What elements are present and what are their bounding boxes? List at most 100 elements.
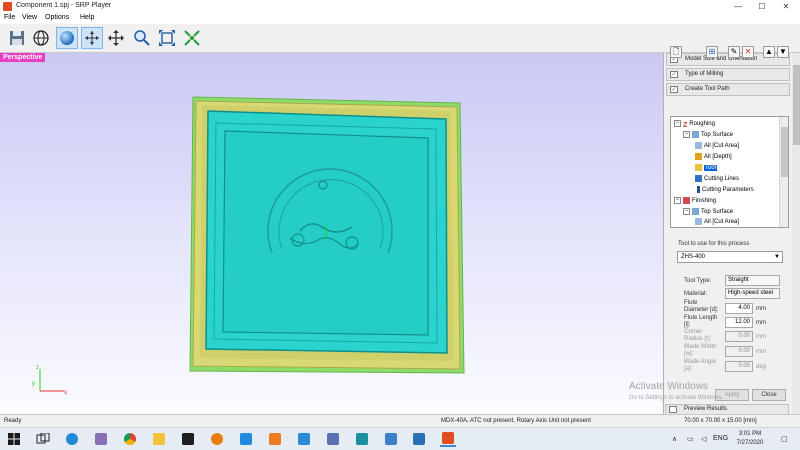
maximize-button[interactable]: ☐ [755, 1, 769, 12]
tree-label: Finishing [692, 198, 717, 204]
area-icon [695, 141, 702, 149]
flute-diameter-field[interactable]: 4.00 [725, 303, 753, 314]
network-icon[interactable]: ▭ [687, 435, 694, 443]
fit-view-icon[interactable] [156, 27, 178, 49]
menu-options[interactable]: Options [45, 14, 69, 21]
edge-browser-icon[interactable] [64, 431, 80, 447]
blade-width-label: Blade Width [w]: [684, 344, 717, 357]
panel-scrollbar[interactable] [792, 53, 800, 414]
view-label: Perspective [0, 53, 46, 62]
menu-help[interactable]: Help [80, 14, 94, 21]
perspective-viewport[interactable]: z y x Perspective [0, 53, 663, 414]
delete-process-button[interactable]: ✕ [742, 46, 754, 58]
clock-date: 7/27/2020 [736, 440, 764, 446]
status-model-size: 70.00 x 70.00 x 15.00 [mm] [684, 418, 757, 424]
taskbar: ∧ ▭ ◁ ENG 3:01 PM 7/27/2020 ▢ [0, 427, 800, 450]
blade-width-field: 0.00 [725, 346, 753, 357]
photos-icon[interactable] [411, 431, 427, 447]
clock[interactable]: 3:01 PM 7/27/2020 [728, 430, 772, 448]
collapse-icon[interactable]: − [683, 130, 690, 138]
tree-label: All [Depth] [704, 154, 732, 160]
collapse-icon[interactable]: − [683, 207, 690, 215]
tree-scrollbar[interactable] [779, 117, 788, 227]
edit-process-button[interactable]: ✎ [728, 46, 740, 58]
tree-item-cut-area-finishing[interactable]: All [Cut Area] [695, 217, 739, 227]
blender-icon[interactable] [209, 431, 225, 447]
tool-select-value: ZHS-400 [681, 254, 706, 260]
tool-select[interactable]: ZHS-400 ▼ [677, 251, 783, 263]
notifications-icon[interactable]: ▢ [781, 435, 788, 443]
move-axes-icon[interactable] [81, 27, 103, 49]
collapse-icon[interactable]: − [674, 196, 681, 204]
svg-text:x: x [64, 390, 67, 396]
minimize-button[interactable]: — [731, 1, 745, 12]
flute-diameter-label: Flute Diameter [d]: [684, 300, 719, 313]
tree-item-roughing[interactable]: − Z Roughing [674, 119, 715, 130]
flute-length-label: Flute Length [l]: [684, 315, 718, 328]
tree-label: Top Surface [701, 132, 734, 138]
menu-file[interactable]: File [4, 14, 15, 21]
app-icon-orange[interactable] [267, 431, 283, 447]
lines-icon [695, 174, 702, 182]
app-icon-blue-c[interactable] [238, 431, 254, 447]
menu-view[interactable]: View [22, 14, 37, 21]
app-icon-teal[interactable] [354, 431, 370, 447]
select-icon[interactable] [181, 27, 203, 49]
tree-item-cutting-parameters[interactable]: Cutting Parameters [695, 185, 754, 196]
new-process-button[interactable]: 🗋 [670, 46, 682, 58]
task-view-icon[interactable] [35, 431, 51, 447]
tree-item-cutting-lines[interactable]: Cutting Lines [695, 174, 739, 185]
tree-item-tool[interactable]: Tool [695, 163, 718, 174]
unit-label: deg [756, 364, 767, 370]
step-label: Create Tool Path [685, 86, 730, 92]
add-process-button[interactable]: ⊞ [706, 46, 718, 58]
file-explorer-icon[interactable] [151, 431, 167, 447]
vscode-icon[interactable] [296, 431, 312, 447]
move-up-button[interactable]: ▲ [763, 46, 775, 58]
roughing-icon: Z [683, 121, 688, 129]
flute-length-field[interactable]: 12.00 [725, 317, 753, 328]
pan-icon[interactable] [105, 27, 127, 49]
srp-player-taskbar-icon[interactable] [440, 431, 456, 447]
check-icon [669, 406, 677, 413]
globe-icon[interactable] [30, 27, 52, 49]
app-icon-mail[interactable] [383, 431, 399, 447]
area-icon [695, 217, 702, 225]
clock-time: 3:01 PM [738, 431, 762, 437]
tree-item-depth[interactable]: All [Depth] [695, 152, 732, 163]
start-icon[interactable] [6, 431, 22, 447]
svg-text:z: z [36, 365, 39, 371]
menu-bar: File View Options Help [0, 13, 800, 24]
tree-item-top-surface[interactable]: − Top Surface [683, 130, 733, 141]
volume-icon[interactable]: ◁ [701, 435, 706, 443]
step-type-of-milling[interactable]: ✓ Type of Milling [666, 68, 790, 81]
status-machine: MDX-40A, ATC not present, Rotary Axis Un… [441, 418, 591, 424]
language-indicator[interactable]: ENG [713, 435, 728, 442]
tree-label: Cutting Lines [704, 176, 740, 182]
process-tree[interactable]: − Z Roughing − Top Surface All [Cut Area] A… [670, 116, 789, 228]
close-button[interactable]: ✕ [779, 1, 793, 12]
title-bar: Component 1.spj - SRP Player — ☐ ✕ [0, 0, 800, 13]
app-icon-network[interactable] [93, 431, 109, 447]
app-icon-dark[interactable] [180, 431, 196, 447]
blade-angle-label: Blade Angle [a]: [684, 359, 717, 372]
app-icon-grid[interactable] [325, 431, 341, 447]
move-down-button[interactable]: ▼ [777, 46, 789, 58]
zoom-icon[interactable] [131, 27, 153, 49]
collapse-icon[interactable]: − [674, 119, 681, 127]
watermark-title: Activate Windows [629, 381, 708, 392]
save-icon[interactable] [6, 27, 28, 49]
tree-label: All [Cut Area] [704, 143, 740, 149]
check-icon: ✓ [670, 71, 678, 78]
step-create-tool-path[interactable]: ✓ Create Tool Path [666, 83, 790, 96]
tray-chevron-icon[interactable]: ∧ [672, 435, 677, 443]
tree-item-finishing[interactable]: − Finishing [674, 196, 716, 207]
sphere-icon[interactable] [56, 27, 78, 49]
close-panel-button[interactable]: Close [752, 389, 786, 401]
status-bar: Ready MDX-40A, ATC not present, Rotary A… [0, 414, 800, 427]
finishing-icon [683, 196, 690, 204]
corner-radius-field: 0.00 [725, 331, 753, 342]
chrome-icon[interactable] [122, 431, 138, 447]
tree-item-cut-area[interactable]: All [Cut Area] [695, 141, 739, 152]
surface-icon [692, 130, 699, 138]
